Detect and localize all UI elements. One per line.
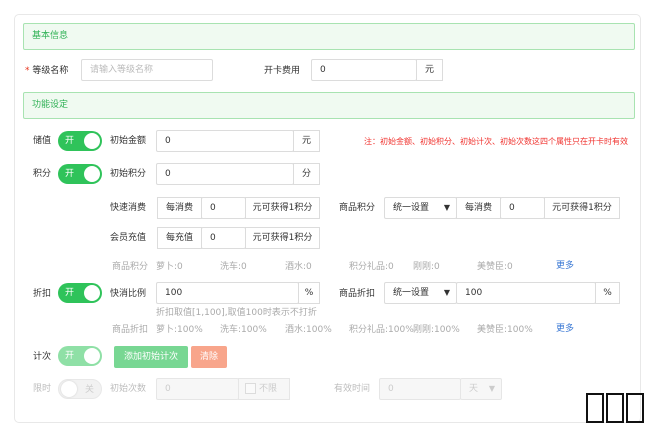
fast-consume-suffix: 元可获得1积分 — [245, 197, 320, 219]
unlimited-checkbox[interactable] — [245, 383, 256, 394]
toggle-knob — [84, 285, 100, 301]
goods-points-item: 美赞臣:0 — [477, 262, 513, 272]
initial-values-note: 注：初始金额、初始积分、初始计次、初始次数这四个属性只在开卡时有效 — [364, 137, 628, 146]
goods-discount-unit: % — [595, 282, 620, 304]
corner-glyph-boxes — [586, 393, 648, 425]
recharge-input[interactable]: 0 — [201, 227, 246, 249]
level-name-label: * 等级名称 — [25, 66, 69, 76]
count-label: 计次 — [33, 352, 52, 362]
goods-points-more-link[interactable]: 更多 — [556, 260, 574, 272]
initial-points-label: 初始积分 — [110, 169, 147, 179]
goods-points-input[interactable]: 0 — [500, 197, 545, 219]
fast-ratio-unit: % — [298, 282, 320, 304]
card-fee-unit: 元 — [416, 59, 443, 81]
basic-info-header: 基本信息 — [23, 23, 635, 50]
valid-time-label: 有效时间 — [334, 384, 371, 394]
goods-discount-more-link[interactable]: 更多 — [556, 323, 574, 335]
discount-toggle[interactable]: 开 — [58, 283, 102, 303]
goods-discount-item: 酒水:100% — [285, 325, 332, 335]
goods-points-item: 酒水:0 — [285, 262, 312, 272]
goods-discount-item: 美赞臣:100% — [477, 325, 533, 335]
discount-hint: 折扣取值[1,100],取值100时表示不打折 — [156, 308, 317, 318]
goods-discount-item: 萝卜:100% — [156, 325, 203, 335]
goods-points-item: 积分礼品:0 — [349, 262, 394, 272]
toggle-knob — [84, 166, 100, 182]
valid-time-unit-select[interactable]: 天 ▼ — [460, 378, 502, 400]
goods-discount-label: 商品折扣 — [339, 289, 376, 299]
toggle-knob — [84, 133, 100, 149]
stored-value-label: 储值 — [33, 136, 52, 146]
chevron-down-icon: ▼ — [443, 288, 450, 297]
chevron-down-icon: ▼ — [488, 384, 495, 393]
stored-value-toggle[interactable]: 开 — [58, 131, 102, 151]
goods-points-suffix: 元可获得1积分 — [544, 197, 620, 219]
timed-label: 限时 — [33, 384, 52, 394]
toggle-knob — [84, 348, 100, 364]
fast-consume-prefix: 每消费 — [157, 197, 202, 219]
fast-ratio-input[interactable]: 100 — [156, 282, 299, 304]
goods-points-item: 萝卜:0 — [156, 262, 183, 272]
goods-discount-item: 洗车:100% — [220, 325, 267, 335]
function-settings-header: 功能设定 — [23, 92, 635, 119]
initial-points-unit: 分 — [293, 163, 320, 185]
fast-ratio-label: 快消比例 — [110, 289, 147, 299]
valid-time-input[interactable]: 0 — [379, 378, 461, 400]
initial-amount-input[interactable]: 0 — [156, 130, 294, 152]
goods-points-label: 商品积分 — [339, 203, 376, 213]
goods-points-select[interactable]: 统一设置 ▼ — [384, 197, 457, 219]
recharge-suffix: 元可获得1积分 — [245, 227, 320, 249]
discount-label: 折扣 — [33, 289, 52, 299]
goods-discount-input[interactable]: 100 — [456, 282, 596, 304]
timed-toggle[interactable]: 关 — [58, 379, 102, 399]
goods-discount-list-label: 商品折扣 — [112, 325, 149, 335]
glyph-box-icon — [606, 393, 624, 423]
card-fee-label: 开卡费用 — [264, 66, 301, 76]
chevron-down-icon: ▼ — [443, 203, 450, 212]
goods-points-list-label: 商品积分 — [112, 262, 149, 272]
goods-discount-select[interactable]: 统一设置 ▼ — [384, 282, 457, 304]
initial-times-label: 初始次数 — [110, 384, 147, 394]
clear-button[interactable]: 清除 — [191, 346, 227, 368]
initial-amount-label: 初始金额 — [110, 136, 147, 146]
add-initial-count-button[interactable]: 添加初始计次 — [114, 346, 188, 368]
glyph-box-icon — [626, 393, 644, 423]
member-level-form: 基本信息 * 等级名称 请输入等级名称 开卡费用 0 元 功能设定 储值 开 初… — [14, 14, 641, 423]
recharge-prefix: 每充值 — [157, 227, 202, 249]
initial-points-input[interactable]: 0 — [156, 163, 294, 185]
required-mark: * — [25, 66, 30, 76]
goods-points-prefix: 每消费 — [456, 197, 501, 219]
points-toggle[interactable]: 开 — [58, 164, 102, 184]
card-fee-input[interactable]: 0 — [311, 59, 417, 81]
points-label: 积分 — [33, 169, 52, 179]
toggle-knob — [61, 381, 77, 397]
unlimited-addon: 不限 — [238, 378, 290, 400]
initial-amount-unit: 元 — [293, 130, 320, 152]
goods-discount-item: 积分礼品:100% — [349, 325, 414, 335]
fast-consume-input[interactable]: 0 — [201, 197, 246, 219]
fast-consume-label: 快速消费 — [110, 203, 147, 213]
glyph-box-icon — [586, 393, 604, 423]
initial-times-input[interactable]: 0 — [156, 378, 239, 400]
level-name-input[interactable]: 请输入等级名称 — [81, 59, 213, 81]
goods-points-item: 刚刚:0 — [413, 262, 440, 272]
recharge-label: 会员充值 — [110, 233, 147, 243]
goods-points-item: 洗车:0 — [220, 262, 247, 272]
count-toggle[interactable]: 开 — [58, 346, 102, 366]
goods-discount-item: 刚刚:100% — [413, 325, 460, 335]
